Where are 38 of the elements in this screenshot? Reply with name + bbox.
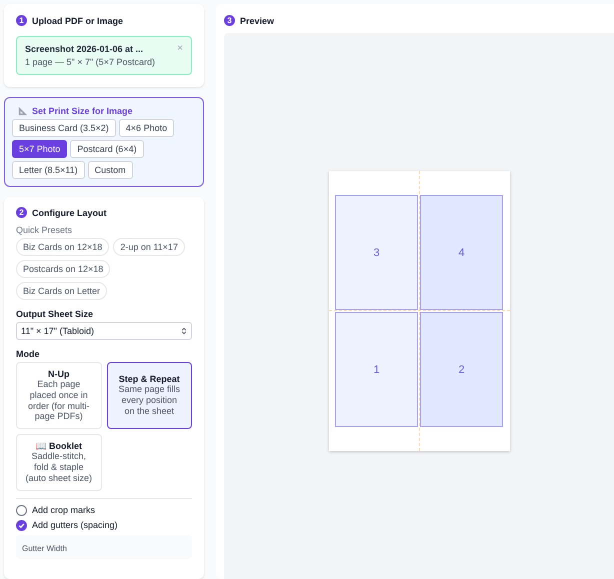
sheet-size-label: Output Sheet Size <box>16 309 94 319</box>
section-title: Upload PDF or Image <box>32 16 124 26</box>
preset-button[interactable]: Postcards on 12×18 <box>16 260 110 278</box>
mode-option-button[interactable]: Step & Repeat Same page fills every position on the sheet <box>106 362 192 430</box>
size-option-button[interactable]: Letter (8.5×11) <box>12 161 85 179</box>
step-number-badge: 2 <box>16 207 27 218</box>
tile-number: 1 <box>373 364 380 376</box>
step-number-badge: 1 <box>16 15 27 26</box>
preset-button[interactable]: Biz Cards on Letter <box>16 282 108 300</box>
tile-number: 4 <box>458 246 465 258</box>
tile-number: 3 <box>373 246 380 258</box>
size-option-button[interactable]: Business Card (3.5×2) <box>12 119 116 137</box>
mode-label: Mode <box>16 349 40 359</box>
section-title: Preview <box>240 16 274 26</box>
step-number-badge: 3 <box>224 15 235 26</box>
checkmark-icon <box>17 520 26 530</box>
checkbox[interactable] <box>16 520 27 531</box>
checkbox-label: Add gutters (spacing) <box>32 520 118 530</box>
size-option-button[interactable]: 4×6 Photo <box>118 119 174 137</box>
file-info: 1 page — 5" × 7" (5×7 Postcard) <box>25 57 155 67</box>
size-option-button[interactable]: 5×7 Photo <box>12 140 68 158</box>
checkbox-label: Add crop marks <box>32 505 96 516</box>
triangle-ruler-icon <box>18 106 28 116</box>
presets-label: Quick Presets <box>16 225 74 235</box>
sheet-size-select[interactable]: 11" × 17" (Tabloid) <box>16 322 192 340</box>
gutter-width-label: Gutter Width <box>22 544 67 553</box>
section-title: Set Print Size for Image <box>32 106 133 116</box>
chevron-updown-icon <box>181 327 187 335</box>
file-name: Screenshot 2026-01-06 at ... <box>25 44 144 54</box>
tile-number: 2 <box>458 364 465 376</box>
section-title: Configure Layout <box>32 208 106 218</box>
size-option-button[interactable]: Custom <box>88 161 133 179</box>
mode-option-button[interactable]: 📖 Booklet Saddle-stitch, fold & staple (auto sheet size) <box>16 434 102 491</box>
preset-button[interactable]: 2-up on 11×17 <box>113 238 185 256</box>
mode-option-button[interactable]: N-Up Each page placed once in order (for multi-page PDFs) <box>16 362 102 430</box>
preset-button[interactable]: Biz Cards on 12×18 <box>16 238 110 256</box>
size-option-button[interactable]: Postcard (6×4) <box>70 140 144 158</box>
checkbox[interactable] <box>16 504 27 516</box>
